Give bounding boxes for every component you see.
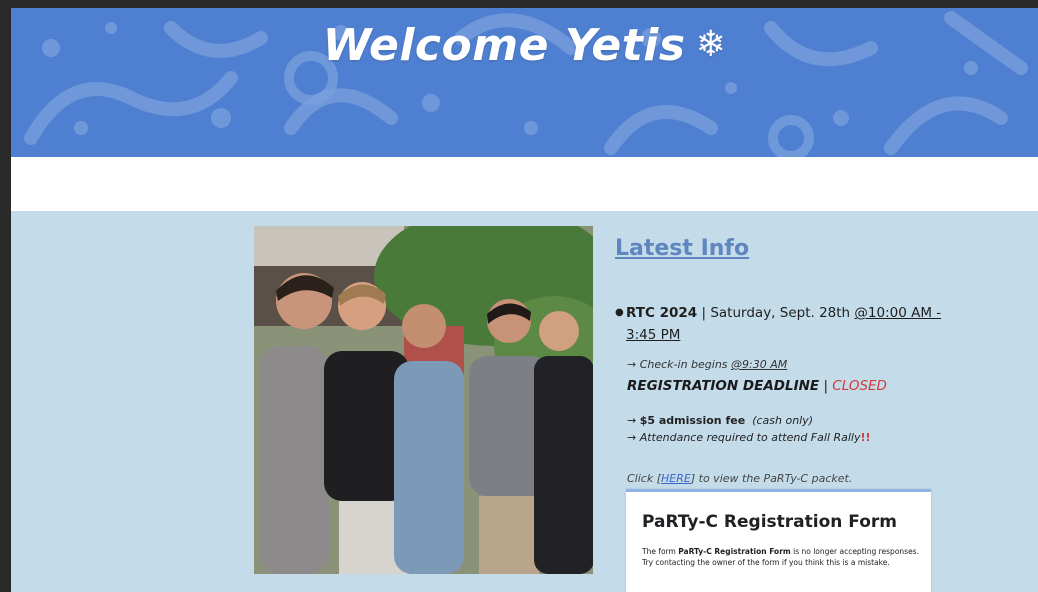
snowflake-icon: ❄ <box>695 24 727 65</box>
registration-form-card: PaRTy-C Registration Form The form PaRTy… <box>626 489 931 592</box>
group-photo <box>254 226 593 574</box>
bullet-icon: ● <box>615 307 624 318</box>
photo-image <box>254 226 593 574</box>
packet-line: Click [HERE] to view the PaRTy-C packet. <box>627 472 853 485</box>
deadline-status: CLOSED <box>832 378 887 394</box>
form-msg-suffix: is no longer accepting responses. <box>793 547 919 556</box>
event-item: ● RTC 2024 | Saturday, Sept. 28th @10:00… <box>615 302 945 346</box>
checkin-line: → Check-in begins @9:30 AM <box>627 358 787 371</box>
latest-info-panel: Latest Info ● RTC 2024 | Saturday, Sept.… <box>615 236 945 485</box>
deadline-separator: | <box>823 378 828 394</box>
form-msg-name: PaRTy-C Registration Form <box>678 547 791 556</box>
fee-block: → $5 admission fee (cash only) → Attenda… <box>627 412 871 446</box>
attendance-mark: !! <box>860 431 871 444</box>
event-time-start: @10:00 AM - <box>854 305 942 321</box>
event-name: RTC 2024 <box>626 305 698 321</box>
event-separator: | <box>701 305 707 321</box>
form-title: PaRTy-C Registration Form <box>642 512 897 532</box>
form-msg-prefix: The form <box>642 547 676 556</box>
white-divider <box>11 157 1038 211</box>
form-msg-line2: Try contacting the owner of the form if … <box>642 558 890 567</box>
latest-info-heading[interactable]: Latest Info <box>615 236 945 261</box>
page: Welcome Yetis ❄ Latest Info ● RTC 2024 |… <box>11 8 1038 592</box>
event-line: RTC 2024 | Saturday, Sept. 28th @10:00 A… <box>615 302 945 346</box>
welcome-title: Welcome Yetis <box>322 20 686 71</box>
checkin-text: → Check-in begins <box>627 358 728 371</box>
packet-link[interactable]: HERE <box>661 472 691 485</box>
packet-prefix: Click <box>627 472 654 485</box>
event-time-end: 3:45 PM <box>626 327 681 343</box>
fee-arrow: → <box>627 414 637 427</box>
page-title: Welcome Yetis ❄ <box>11 20 1038 71</box>
fee-note: (cash only) <box>752 414 814 427</box>
deadline-label: REGISTRATION DEADLINE <box>627 378 820 394</box>
fee-label: $5 admission fee <box>639 414 746 427</box>
attendance-line: → Attendance required to attend Fall Ral… <box>627 429 871 446</box>
checkin-time: @9:30 AM <box>731 358 788 371</box>
header-banner: Welcome Yetis ❄ <box>11 8 1038 157</box>
deadline-line: REGISTRATION DEADLINE | CLOSED <box>627 378 887 394</box>
form-closed-message: The form PaRTy-C Registration Form is no… <box>642 546 922 568</box>
attendance-text: → Attendance required to attend Fall Ral… <box>627 431 861 444</box>
event-date: Saturday, Sept. 28th <box>710 305 851 321</box>
fee-line: → $5 admission fee (cash only) <box>627 412 871 429</box>
packet-suffix: to view the PaRTy-C packet. <box>698 472 853 485</box>
